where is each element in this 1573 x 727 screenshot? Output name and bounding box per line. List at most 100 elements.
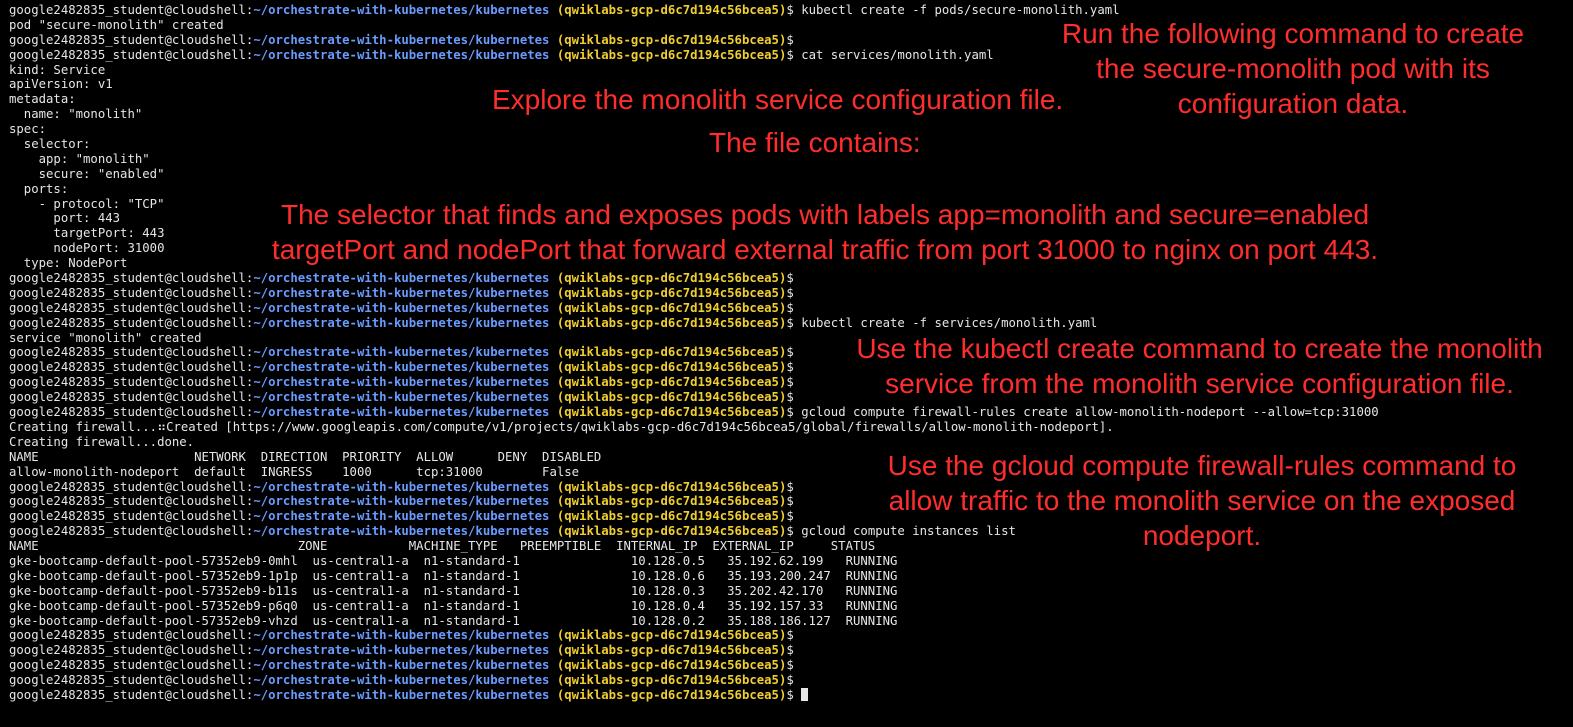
annotation-selector-ports: The selector that finds and exposes pods…	[271, 199, 1379, 265]
output-text: type: NodePort	[9, 256, 128, 271]
output-text: Creating firewall...done.	[9, 434, 195, 449]
prompt-project: (qwiklabs-gcp-d6c7d194c56bcea5)	[556, 479, 787, 494]
command-text: kubectl create -f pods/secure-monolith.y…	[801, 3, 1120, 17]
output-text: spec:	[9, 122, 47, 137]
prompt-project: (qwiklabs-gcp-d6c7d194c56bcea5)	[556, 360, 787, 375]
prompt-project: (qwiklabs-gcp-d6c7d194c56bcea5)	[556, 47, 787, 62]
prompt-user: google2482835_student@cloudshell:	[9, 285, 254, 300]
prompt-project: (qwiklabs-gcp-d6c7d194c56bcea5)	[556, 271, 787, 286]
prompt-line: google2482835_student@cloudshell:~/orche…	[9, 271, 1569, 286]
annotation-file-contains: The file contains:	[709, 127, 921, 158]
prompt-line: google2482835_student@cloudshell:~/orche…	[9, 286, 1569, 301]
prompt-symbol: $	[786, 643, 794, 658]
prompt-symbol: $	[786, 687, 794, 702]
prompt-path: ~/orchestrate-with-kubernetes/kubernetes	[253, 479, 550, 494]
annotation-explore-config: Explore the monolith service configurati…	[492, 84, 1064, 115]
prompt-user: google2482835_student@cloudshell:	[9, 509, 254, 524]
prompt-project: (qwiklabs-gcp-d6c7d194c56bcea5)	[556, 300, 787, 315]
output-text: app: "monolith"	[9, 151, 150, 166]
prompt-symbol: $	[786, 375, 794, 390]
output-text: kind: Service	[9, 62, 106, 77]
prompt-project: (qwiklabs-gcp-d6c7d194c56bcea5)	[556, 643, 787, 658]
prompt-path: ~/orchestrate-with-kubernetes/kubernetes	[253, 271, 550, 286]
prompt-symbol: $	[786, 658, 794, 673]
output-line: gke-bootcamp-default-pool-57352eb9-0mhl …	[9, 554, 1569, 569]
output-text: pod "secure-monolith" created	[9, 17, 224, 32]
prompt-path: ~/orchestrate-with-kubernetes/kubernetes	[253, 494, 550, 509]
prompt-project: (qwiklabs-gcp-d6c7d194c56bcea5)	[556, 658, 787, 673]
command-text: gcloud compute firewall-rules create all…	[801, 405, 1379, 420]
prompt-user: google2482835_student@cloudshell:	[9, 315, 254, 330]
output-text: gke-bootcamp-default-pool-57352eb9-p6q0 …	[9, 598, 898, 613]
prompt-path: ~/orchestrate-with-kubernetes/kubernetes	[253, 509, 550, 524]
prompt-path: ~/orchestrate-with-kubernetes/kubernetes	[253, 300, 550, 315]
prompt-project: (qwiklabs-gcp-d6c7d194c56bcea5)	[556, 345, 787, 360]
annotation-create-pod: Run the following command to create the …	[1061, 18, 1525, 119]
prompt-user: google2482835_student@cloudshell:	[9, 628, 254, 643]
output-text: targetPort: 443	[9, 226, 165, 241]
output-text: name: "monolith"	[9, 107, 143, 122]
prompt-symbol: $	[786, 494, 794, 509]
output-text: NAME ZONE MACHINE_TYPE PREEMPTIBLE INTER…	[9, 539, 876, 554]
prompt-line: google2482835_student@cloudshell:~/orche…	[9, 643, 1569, 658]
prompt-project: (qwiklabs-gcp-d6c7d194c56bcea5)	[556, 3, 787, 17]
prompt-line: google2482835_student@cloudshell:~/orche…	[9, 687, 1569, 703]
output-text: gke-bootcamp-default-pool-57352eb9-b11s …	[9, 583, 898, 598]
output-line: gke-bootcamp-default-pool-57352eb9-vhzd …	[9, 614, 1569, 629]
prompt-project: (qwiklabs-gcp-d6c7d194c56bcea5)	[556, 390, 787, 405]
output-text: selector:	[9, 137, 91, 152]
prompt-project: (qwiklabs-gcp-d6c7d194c56bcea5)	[556, 494, 787, 509]
prompt-line: google2482835_student@cloudshell:~/orche…	[9, 628, 1569, 643]
prompt-user: google2482835_student@cloudshell:	[9, 390, 254, 405]
output-line: Creating firewall...⠶Created [https://ww…	[9, 420, 1569, 435]
prompt-symbol: $	[786, 360, 794, 375]
prompt-path: ~/orchestrate-with-kubernetes/kubernetes	[253, 285, 550, 300]
prompt-path: ~/orchestrate-with-kubernetes/kubernetes	[253, 405, 550, 420]
output-line: ports:	[9, 182, 1569, 197]
output-text: Creating firewall...⠶Created [https://ww…	[9, 419, 1114, 434]
prompt-path: ~/orchestrate-with-kubernetes/kubernetes	[253, 390, 550, 405]
annotation-firewall-rules: Use the gcloud compute firewall-rules co…	[887, 450, 1517, 551]
output-text: secure: "enabled"	[9, 166, 165, 181]
output-text: allow-monolith-nodeport default INGRESS …	[9, 464, 580, 479]
prompt-symbol: $	[786, 509, 794, 524]
prompt-user: google2482835_student@cloudshell:	[9, 479, 254, 494]
prompt-symbol: $	[786, 271, 794, 286]
output-text: gke-bootcamp-default-pool-57352eb9-vhzd …	[9, 613, 898, 628]
prompt-path: ~/orchestrate-with-kubernetes/kubernetes	[253, 687, 550, 702]
prompt-symbol: $	[786, 390, 794, 405]
command-text: kubectl create -f services/monolith.yaml	[801, 315, 1098, 330]
output-line: gke-bootcamp-default-pool-57352eb9-p6q0 …	[9, 599, 1569, 614]
prompt-project: (qwiklabs-gcp-d6c7d194c56bcea5)	[556, 673, 787, 688]
prompt-path: ~/orchestrate-with-kubernetes/kubernetes	[253, 315, 550, 330]
prompt-path: ~/orchestrate-with-kubernetes/kubernetes	[253, 643, 550, 658]
prompt-path: ~/orchestrate-with-kubernetes/kubernetes	[253, 628, 550, 643]
terminal-cursor[interactable]	[801, 687, 809, 701]
prompt-line: google2482835_student@cloudshell:~/orche…	[9, 316, 1569, 331]
prompt-user: google2482835_student@cloudshell:	[9, 405, 254, 420]
prompt-symbol: $	[786, 3, 794, 17]
output-text: nodePort: 31000	[9, 241, 165, 256]
prompt-symbol: $	[786, 628, 794, 643]
prompt-line: google2482835_student@cloudshell:~/orche…	[9, 673, 1569, 688]
prompt-symbol: $	[786, 315, 794, 330]
prompt-project: (qwiklabs-gcp-d6c7d194c56bcea5)	[556, 524, 787, 539]
prompt-project: (qwiklabs-gcp-d6c7d194c56bcea5)	[556, 405, 787, 420]
annotation-kubectl-create: Use the kubectl create command to create…	[856, 333, 1543, 399]
prompt-user: google2482835_student@cloudshell:	[9, 658, 254, 673]
prompt-project: (qwiklabs-gcp-d6c7d194c56bcea5)	[556, 375, 787, 390]
prompt-symbol: $	[786, 32, 794, 47]
prompt-user: google2482835_student@cloudshell:	[9, 673, 254, 688]
prompt-project: (qwiklabs-gcp-d6c7d194c56bcea5)	[556, 628, 787, 643]
prompt-path: ~/orchestrate-with-kubernetes/kubernetes	[253, 673, 550, 688]
prompt-line: google2482835_student@cloudshell:~/orche…	[9, 301, 1569, 316]
prompt-path: ~/orchestrate-with-kubernetes/kubernetes	[253, 345, 550, 360]
prompt-symbol: $	[786, 47, 794, 62]
prompt-user: google2482835_student@cloudshell:	[9, 375, 254, 390]
prompt-user: google2482835_student@cloudshell:	[9, 524, 254, 539]
output-text: gke-bootcamp-default-pool-57352eb9-1p1p …	[9, 568, 898, 583]
output-text: metadata:	[9, 92, 76, 107]
prompt-symbol: $	[786, 673, 794, 688]
prompt-project: (qwiklabs-gcp-d6c7d194c56bcea5)	[556, 687, 787, 702]
prompt-user: google2482835_student@cloudshell:	[9, 47, 254, 62]
